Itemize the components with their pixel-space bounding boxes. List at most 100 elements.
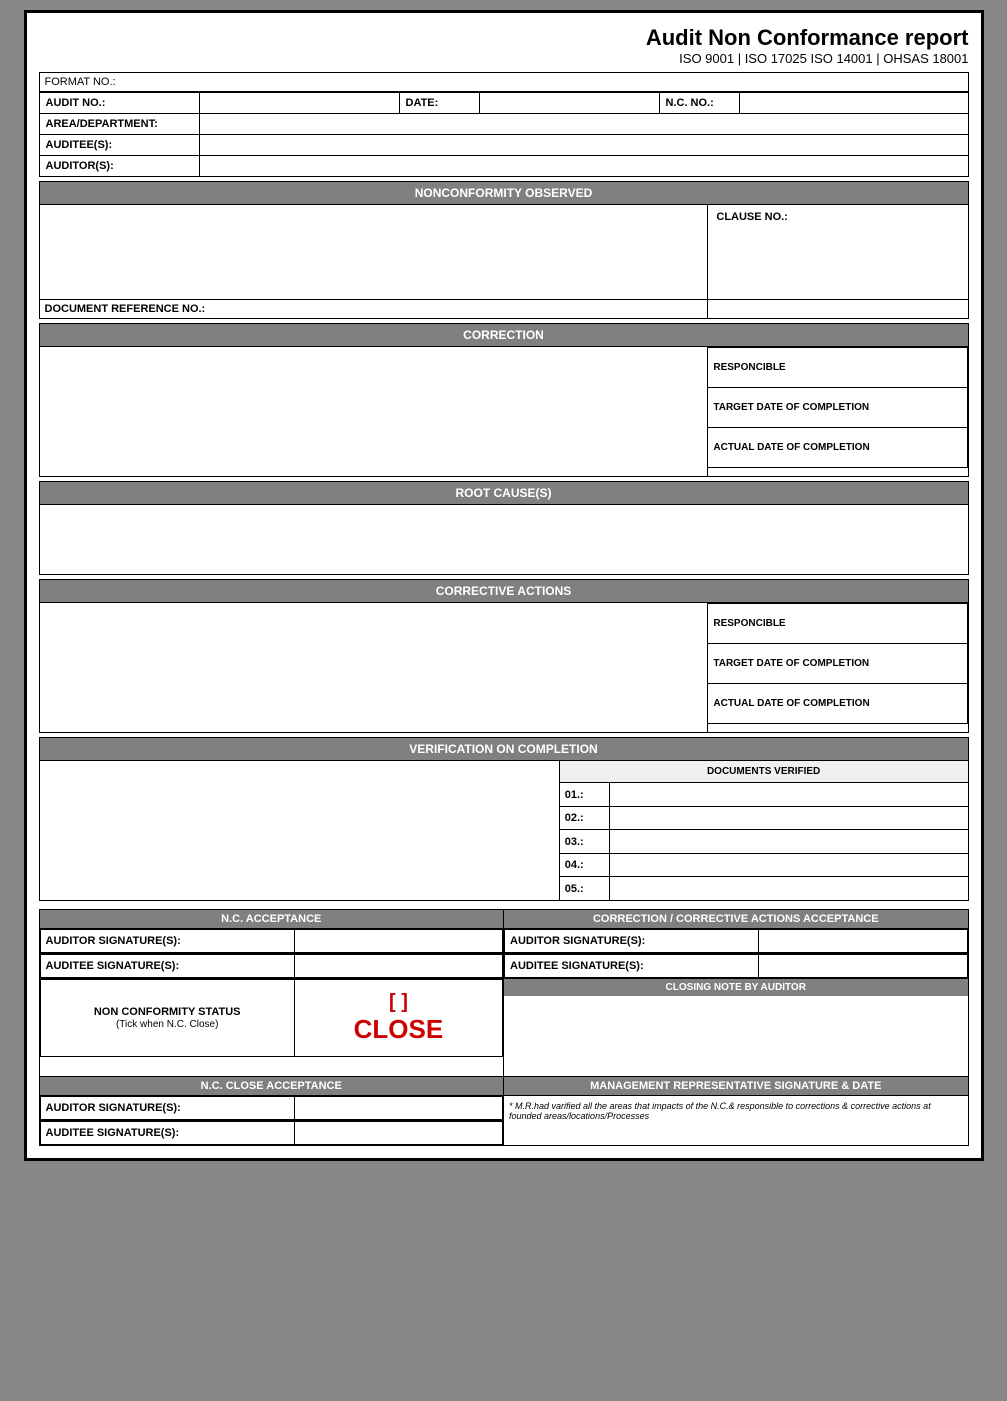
ca-auditee-sig-table: AUDITEE SIGNATURE(S):	[504, 954, 968, 978]
closing-note-content	[504, 996, 968, 1076]
verification-content	[39, 761, 559, 901]
verification-table: VERIFICATION ON COMPLETION DOCUMENTS VER…	[39, 737, 969, 901]
verification-content-row: DOCUMENTS VERIFIED	[39, 761, 968, 783]
clause-no-cell: CLAUSE NO.:	[708, 205, 968, 300]
nonconformity-header: NONCONFORMITY OBSERVED	[39, 182, 968, 205]
doc-ref-row: DOCUMENT REFERENCE NO.:	[39, 300, 968, 319]
nc-auditee-sig-cell: AUDITEE SIGNATURE(S):	[39, 954, 504, 979]
doc-item-4-num: 04.:	[559, 853, 609, 877]
nc-status-inner-row: NON CONFORMITY STATUS (Tick when N.C. Cl…	[40, 980, 503, 1057]
doc-ref-label: DOCUMENT REFERENCE NO.:	[39, 300, 708, 319]
doc-ref-value	[708, 300, 968, 319]
root-cause-content	[39, 505, 968, 575]
ca-target-date-row: TARGET DATE OF COMPLETION	[708, 644, 967, 684]
target-date-row: TARGET DATE OF COMPLETION	[708, 388, 967, 428]
correction-table: CORRECTION RESPONCIBLE TARGET DATE OF CO…	[39, 323, 969, 477]
nc-tick-note: (Tick when N.C. Close)	[116, 1019, 218, 1030]
correction-header-row: CORRECTION	[39, 324, 968, 347]
clause-no-label: CLAUSE NO.:	[713, 208, 962, 226]
footer-note: * M.R.had varified all the areas that im…	[509, 1101, 931, 1121]
correction-content	[39, 347, 708, 477]
nc-auditor-sig-inner-row: AUDITOR SIGNATURE(S):	[40, 930, 503, 953]
close-bracket: [ ]	[389, 991, 408, 1013]
format-no-row: FORMAT NO.:	[39, 72, 969, 92]
target-date-label: TARGET DATE OF COMPLETION	[708, 388, 967, 428]
correction-acceptance-header: CORRECTION / CORRECTIVE ACTIONS ACCEPTAN…	[504, 910, 969, 929]
auditee-value	[199, 135, 968, 156]
ca-responsible-row: RESPONCIBLE	[708, 604, 967, 644]
doc-item-2-value	[609, 806, 968, 830]
responsible-row: RESPONCIBLE	[708, 348, 967, 388]
acceptance-section: N.C. ACCEPTANCE CORRECTION / CORRECTIVE …	[39, 909, 969, 1146]
nc-status-label: NON CONFORMITY STATUS (Tick when N.C. Cl…	[40, 980, 294, 1057]
doc-item-4-value	[609, 853, 968, 877]
acceptance-header-row: N.C. ACCEPTANCE CORRECTION / CORRECTIVE …	[39, 910, 968, 929]
ca-target-date-label: TARGET DATE OF COMPLETION	[708, 644, 967, 684]
date-value	[479, 93, 659, 114]
doc-item-3-num: 03.:	[559, 830, 609, 854]
auditor-label: AUDITOR(S):	[39, 156, 199, 177]
audit-no-value	[199, 93, 399, 114]
correction-right-panel: RESPONCIBLE TARGET DATE OF COMPLETION AC…	[708, 347, 968, 477]
date-label: DATE:	[399, 93, 479, 114]
corrective-actions-content	[39, 603, 708, 733]
audit-row: AUDIT NO.: DATE: N.C. NO.:	[39, 93, 968, 114]
root-cause-table: ROOT CAUSE(S)	[39, 481, 969, 575]
close-auditee-sig-table: AUDITEE SIGNATURE(S):	[40, 1121, 504, 1145]
nc-auditor-sig-value	[294, 930, 502, 953]
close-auditee-sig-label: AUDITEE SIGNATURE(S):	[40, 1122, 294, 1145]
corrective-actions-right-table: RESPONCIBLE TARGET DATE OF COMPLETION AC…	[708, 603, 967, 724]
nonconformity-content-row: CLAUSE NO.:	[39, 205, 968, 300]
actual-date-row: ACTUAL DATE OF COMPLETION	[708, 428, 967, 468]
nonconformity-content	[39, 205, 708, 300]
clause-no-value	[713, 226, 962, 296]
nc-auditee-sig-label: AUDITEE SIGNATURE(S):	[40, 955, 294, 978]
doc-item-1-value	[609, 783, 968, 807]
nc-no-label: N.C. NO.:	[659, 93, 739, 114]
ca-auditor-sig-table: AUDITOR SIGNATURE(S):	[504, 929, 968, 953]
nc-auditor-sig-cell: AUDITOR SIGNATURE(S):	[39, 929, 504, 954]
report-subtitle: ISO 9001 | ISO 17025 ISO 14001 | OHSAS 1…	[39, 51, 969, 66]
nc-auditee-sig-value	[294, 955, 502, 978]
nc-auditor-sig-label: AUDITOR SIGNATURE(S):	[40, 930, 294, 953]
auditor-row: AUDITOR(S):	[39, 156, 968, 177]
correction-header: CORRECTION	[39, 324, 968, 347]
nc-no-value	[739, 93, 968, 114]
corrective-actions-right-panel: RESPONCIBLE TARGET DATE OF COMPLETION AC…	[708, 603, 968, 733]
correction-right-table: RESPONCIBLE TARGET DATE OF COMPLETION AC…	[708, 347, 967, 468]
close-auditor-sig-table: AUDITOR SIGNATURE(S):	[40, 1096, 504, 1120]
ca-responsible-label: RESPONCIBLE	[708, 604, 967, 644]
nc-acceptance-header: N.C. ACCEPTANCE	[39, 910, 504, 929]
responsible-label: RESPONCIBLE	[708, 348, 967, 388]
info-table: AUDIT NO.: DATE: N.C. NO.: AREA/DEPARTME…	[39, 92, 969, 177]
status-closing-row: NON CONFORMITY STATUS (Tick when N.C. Cl…	[39, 979, 968, 1077]
auditee-sig-row: AUDITEE SIGNATURE(S): AUDITEE SIGNATURE(…	[39, 954, 968, 979]
report-title: Audit Non Conformance report	[39, 25, 969, 51]
close-auditor-sig-value	[294, 1097, 502, 1120]
ca-auditee-sig-label: AUDITEE SIGNATURE(S):	[505, 955, 759, 978]
nc-status-text: NON CONFORMITY STATUS	[94, 1006, 241, 1018]
auditee-row: AUDITEE(S):	[39, 135, 968, 156]
nc-status-table: NON CONFORMITY STATUS (Tick when N.C. Cl…	[40, 979, 504, 1057]
report-header: Audit Non Conformance report ISO 9001 | …	[39, 25, 969, 66]
verification-header: VERIFICATION ON COMPLETION	[39, 738, 968, 761]
ca-auditee-sig-cell: AUDITEE SIGNATURE(S):	[504, 954, 969, 979]
ca-actual-date-row: ACTUAL DATE OF COMPLETION	[708, 684, 967, 724]
auditee-label: AUDITEE(S):	[39, 135, 199, 156]
ca-auditor-sig-inner-row: AUDITOR SIGNATURE(S):	[505, 930, 968, 953]
root-cause-header-row: ROOT CAUSE(S)	[39, 482, 968, 505]
ca-auditee-sig-value	[759, 955, 967, 978]
close-auditor-sig-label: AUDITOR SIGNATURE(S):	[40, 1097, 294, 1120]
auditor-sig-row: AUDITOR SIGNATURE(S): AUDITOR SIGNATURE(…	[39, 929, 968, 954]
docs-verified-label: DOCUMENTS VERIFIED	[559, 761, 968, 783]
close-auditee-sig-cell: AUDITEE SIGNATURE(S):	[39, 1121, 504, 1146]
nc-auditor-sig-table: AUDITOR SIGNATURE(S):	[40, 929, 504, 953]
acceptance-header-table: N.C. ACCEPTANCE CORRECTION / CORRECTIVE …	[39, 909, 969, 1146]
corrective-actions-content-row: RESPONCIBLE TARGET DATE OF COMPLETION AC…	[39, 603, 968, 733]
area-label: AREA/DEPARTMENT:	[39, 114, 199, 135]
close-auditor-sig-inner-row: AUDITOR SIGNATURE(S):	[40, 1097, 503, 1120]
ca-auditor-sig-value	[759, 930, 967, 953]
nc-auditee-sig-table: AUDITEE SIGNATURE(S):	[40, 954, 504, 978]
close-text: CLOSE	[308, 1014, 489, 1045]
doc-item-1-num: 01.:	[559, 783, 609, 807]
